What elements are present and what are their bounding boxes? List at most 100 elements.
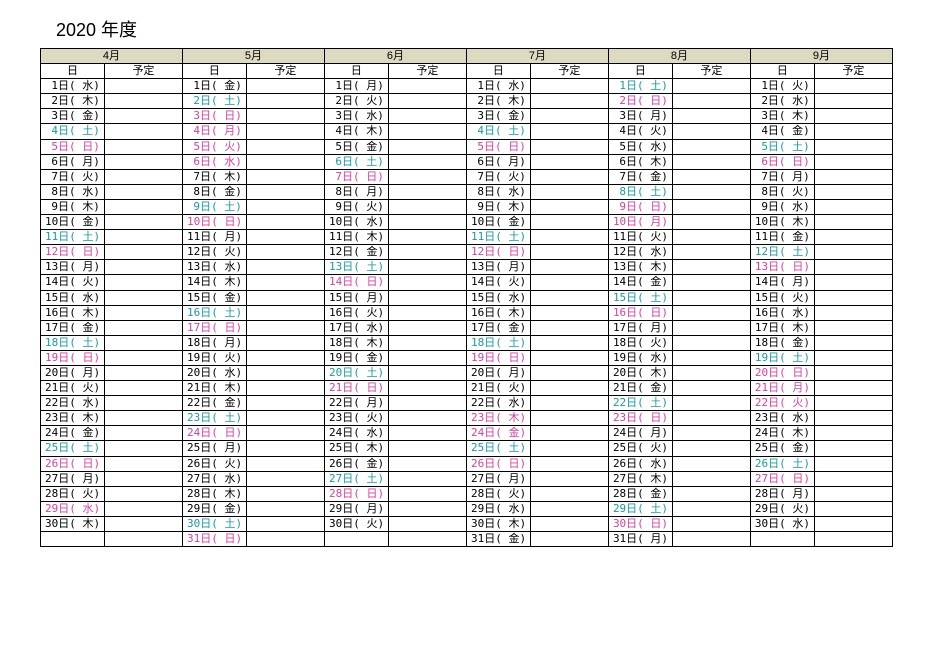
- plan-cell: [388, 426, 466, 441]
- date-cell: 15日( 水): [41, 290, 105, 305]
- date-cell: 29日( 水): [466, 501, 530, 516]
- plan-cell: [530, 184, 608, 199]
- date-cell: 6日( 月): [466, 154, 530, 169]
- plan-cell: [246, 230, 324, 245]
- plan-cell: [246, 154, 324, 169]
- plan-cell: [104, 441, 182, 456]
- date-cell: [324, 532, 388, 547]
- date-cell: 7日( 火): [41, 169, 105, 184]
- plan-cell: [814, 79, 892, 94]
- date-cell: 13日( 日): [750, 260, 814, 275]
- date-cell: 28日( 火): [41, 486, 105, 501]
- date-cell: 28日( 月): [750, 486, 814, 501]
- date-cell: 24日( 金): [41, 426, 105, 441]
- date-cell: 27日( 水): [182, 471, 246, 486]
- date-cell: 7日( 木): [182, 169, 246, 184]
- date-cell: 30日( 木): [466, 516, 530, 531]
- plan-cell: [246, 426, 324, 441]
- date-cell: 6日( 日): [750, 154, 814, 169]
- plan-cell: [814, 471, 892, 486]
- calendar-row: 14日( 火)14日( 木)14日( 日)14日( 火)14日( 金)14日( …: [41, 275, 893, 290]
- date-cell: 13日( 月): [41, 260, 105, 275]
- plan-cell: [104, 124, 182, 139]
- date-cell: 25日( 木): [324, 441, 388, 456]
- date-cell: 5日( 日): [41, 139, 105, 154]
- plan-cell: [246, 456, 324, 471]
- plan-cell: [814, 396, 892, 411]
- plan-cell: [530, 411, 608, 426]
- date-cell: 8日( 月): [324, 184, 388, 199]
- date-cell: 9日( 木): [41, 199, 105, 214]
- plan-cell: [104, 109, 182, 124]
- date-cell: 26日( 火): [182, 456, 246, 471]
- date-cell: 3日( 金): [41, 109, 105, 124]
- date-cell: 7日( 月): [750, 169, 814, 184]
- date-cell: 15日( 火): [750, 290, 814, 305]
- plan-cell: [388, 396, 466, 411]
- date-cell: 21日( 金): [608, 381, 672, 396]
- plan-cell: [388, 215, 466, 230]
- date-cell: 15日( 金): [182, 290, 246, 305]
- date-cell: 6日( 月): [41, 154, 105, 169]
- plan-cell: [104, 260, 182, 275]
- date-cell: 4日( 火): [608, 124, 672, 139]
- date-cell: 27日( 木): [608, 471, 672, 486]
- calendar-row: 7日( 火)7日( 木)7日( 日)7日( 火)7日( 金)7日( 月): [41, 169, 893, 184]
- plan-cell: [530, 441, 608, 456]
- plan-cell: [672, 230, 750, 245]
- plan-cell: [814, 441, 892, 456]
- date-cell: 10日( 月): [608, 215, 672, 230]
- date-cell: 9日( 火): [324, 199, 388, 214]
- plan-cell: [104, 230, 182, 245]
- plan-cell: [246, 275, 324, 290]
- plan-cell: [814, 184, 892, 199]
- plan-cell: [388, 169, 466, 184]
- plan-cell: [246, 320, 324, 335]
- plan-cell: [530, 260, 608, 275]
- date-cell: 5日( 火): [182, 139, 246, 154]
- plan-cell: [388, 305, 466, 320]
- date-cell: 19日( 日): [41, 350, 105, 365]
- plan-cell: [814, 154, 892, 169]
- date-cell: 13日( 土): [324, 260, 388, 275]
- plan-cell: [530, 109, 608, 124]
- plan-cell: [530, 169, 608, 184]
- date-cell: 10日( 水): [324, 215, 388, 230]
- date-cell: 16日( 土): [182, 305, 246, 320]
- calendar-row: 27日( 月)27日( 水)27日( 土)27日( 月)27日( 木)27日( …: [41, 471, 893, 486]
- date-cell: 18日( 土): [41, 335, 105, 350]
- date-cell: 2日( 日): [608, 94, 672, 109]
- plan-cell: [530, 426, 608, 441]
- date-cell: [41, 532, 105, 547]
- calendar-row: 20日( 月)20日( 水)20日( 土)20日( 月)20日( 木)20日( …: [41, 365, 893, 380]
- plan-cell: [814, 426, 892, 441]
- date-cell: 17日( 金): [41, 320, 105, 335]
- plan-cell: [814, 305, 892, 320]
- date-cell: 23日( 土): [182, 411, 246, 426]
- calendar-row: 1日( 水)1日( 金)1日( 月)1日( 水)1日( 土)1日( 火): [41, 79, 893, 94]
- plan-cell: [388, 456, 466, 471]
- date-cell: 5日( 水): [608, 139, 672, 154]
- plan-cell: [672, 532, 750, 547]
- date-cell: 1日( 水): [41, 79, 105, 94]
- plan-cell: [104, 396, 182, 411]
- date-cell: 1日( 土): [608, 79, 672, 94]
- page-title: 2020 年度: [56, 16, 893, 42]
- date-cell: 30日( 土): [182, 516, 246, 531]
- date-cell: 18日( 土): [466, 335, 530, 350]
- date-cell: 12日( 土): [750, 245, 814, 260]
- plan-cell: [814, 290, 892, 305]
- plan-cell: [104, 154, 182, 169]
- plan-cell: [530, 79, 608, 94]
- date-cell: 15日( 土): [608, 290, 672, 305]
- calendar-row: 23日( 木)23日( 土)23日( 火)23日( 木)23日( 日)23日( …: [41, 411, 893, 426]
- calendar-row: 6日( 月)6日( 水)6日( 土)6日( 月)6日( 木)6日( 日): [41, 154, 893, 169]
- plan-cell: [530, 456, 608, 471]
- date-cell: 1日( 金): [182, 79, 246, 94]
- plan-cell: [104, 532, 182, 547]
- plan-cell: [388, 245, 466, 260]
- plan-cell: [530, 215, 608, 230]
- calendar-row: 28日( 火)28日( 木)28日( 日)28日( 火)28日( 金)28日( …: [41, 486, 893, 501]
- plan-cell: [672, 411, 750, 426]
- date-cell: 21日( 日): [324, 381, 388, 396]
